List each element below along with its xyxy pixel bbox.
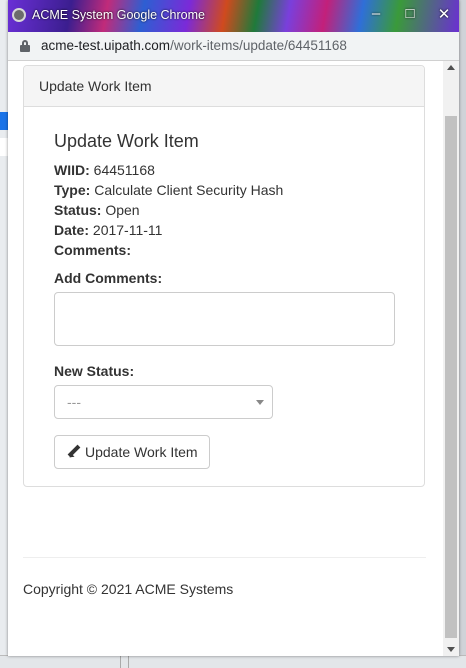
scrollbar-thumb[interactable] xyxy=(445,116,457,638)
new-status-select[interactable]: --- xyxy=(54,385,273,419)
add-comments-textarea[interactable] xyxy=(54,292,395,346)
panel-body: Update Work Item WIID: 64451168 Type: Ca… xyxy=(24,131,424,469)
window-titlebar[interactable]: ACME System Google Chrome – □ ✕ xyxy=(8,0,459,32)
date-value: 2017-11-11 xyxy=(92,222,163,238)
date-row: Date: 2017-11-11 xyxy=(54,220,394,240)
window-controls: – □ ✕ xyxy=(369,5,451,23)
background-separator xyxy=(128,656,129,668)
pencil-icon xyxy=(67,445,81,459)
status-label: Status: xyxy=(54,202,102,218)
status-row: Status: Open xyxy=(54,200,394,220)
background-text-fragment xyxy=(0,138,8,156)
url-text[interactable]: acme-test.uipath.com/work-items/update/6… xyxy=(41,38,347,53)
background-tab-marker xyxy=(0,112,8,130)
form-title: Update Work Item xyxy=(54,131,199,151)
background-separator xyxy=(120,656,121,668)
lock-icon[interactable] xyxy=(20,40,30,52)
scroll-up-arrow-icon[interactable] xyxy=(447,65,455,70)
background-bottom-strip xyxy=(0,655,466,668)
status-value: Open xyxy=(105,202,140,218)
vertical-scrollbar[interactable] xyxy=(443,61,459,656)
maximize-button[interactable]: □ xyxy=(403,5,417,23)
scroll-down-arrow-icon[interactable] xyxy=(447,647,455,652)
new-status-selected-value: --- xyxy=(67,394,81,410)
type-value: Calculate Client Security Hash xyxy=(94,182,284,198)
add-comments-label: Add Comments: xyxy=(54,270,163,286)
update-work-item-button[interactable]: Update Work Item xyxy=(54,435,210,469)
minimize-button[interactable]: – xyxy=(369,5,383,23)
type-row: Type: Calculate Client Security Hash xyxy=(54,180,394,200)
wiid-row: WIID: 64451168 xyxy=(54,160,394,180)
background-window-strip xyxy=(0,0,8,667)
panel-heading: Update Work Item xyxy=(24,66,424,107)
page-viewport: Update Work Item Update Work Item WIID: … xyxy=(8,61,459,656)
type-label: Type: xyxy=(54,182,91,198)
footer-copyright: Copyright © 2021 ACME Systems xyxy=(23,581,234,597)
close-button[interactable]: ✕ xyxy=(437,5,451,23)
lock-icon-body xyxy=(20,45,30,52)
window-title: ACME System Google Chrome xyxy=(32,8,205,22)
update-work-item-button-label: Update Work Item xyxy=(85,444,198,460)
url-host: acme-test.uipath.com xyxy=(41,38,171,53)
footer-divider xyxy=(23,557,426,558)
popup-browser-window: ACME System Google Chrome – □ ✕ acme-tes… xyxy=(8,0,459,656)
new-status-label: New Status: xyxy=(54,363,135,379)
comments-label: Comments: xyxy=(54,242,132,258)
wiid-value: 64451168 xyxy=(93,162,155,178)
chevron-down-icon xyxy=(256,400,264,405)
chrome-app-icon xyxy=(12,8,26,22)
wiid-label: WIID: xyxy=(54,162,90,178)
comments-row: Comments: xyxy=(54,240,394,260)
address-bar[interactable]: acme-test.uipath.com/work-items/update/6… xyxy=(8,32,459,61)
update-work-item-panel: Update Work Item Update Work Item WIID: … xyxy=(23,65,425,487)
date-label: Date: xyxy=(54,222,90,238)
url-path: /work-items/update/64451168 xyxy=(170,38,347,53)
